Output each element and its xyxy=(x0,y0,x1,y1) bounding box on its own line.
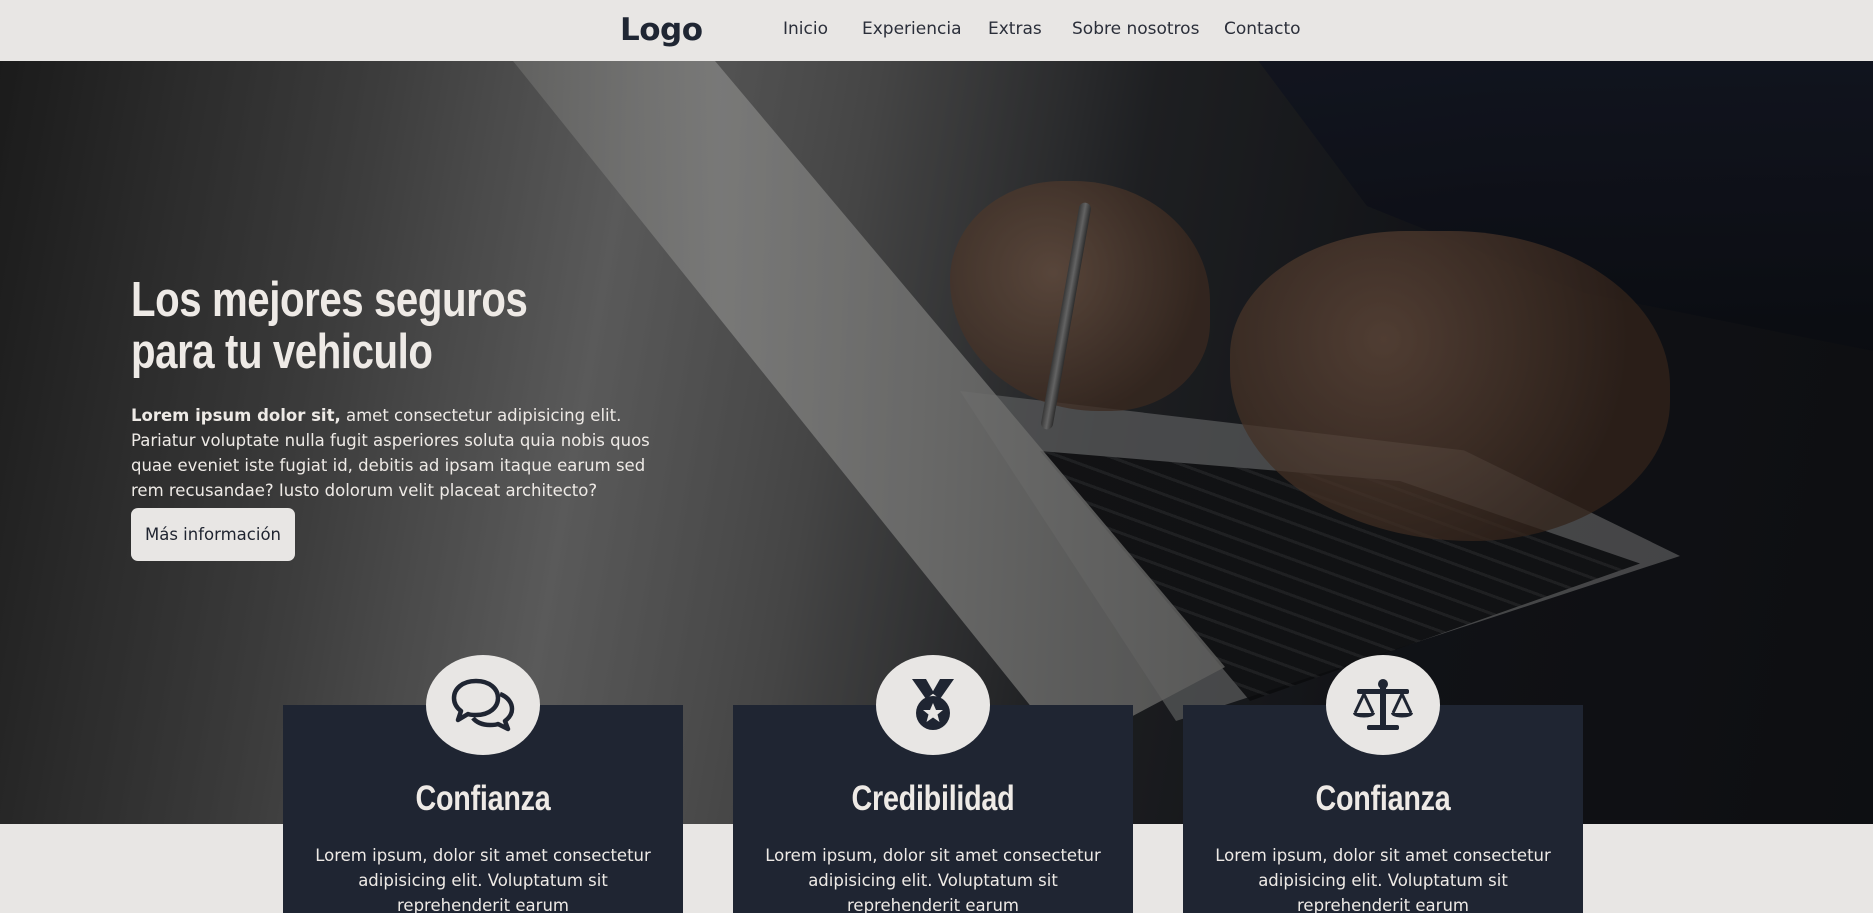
site-logo[interactable]: Logo xyxy=(620,12,703,48)
hero-description-bold: Lorem ipsum dolor sit, xyxy=(131,406,341,425)
balance-scale-icon xyxy=(1353,679,1413,730)
feature-icon-circle xyxy=(876,655,990,755)
hero-title-line-1: Los mejores seguros xyxy=(131,273,528,327)
nav-link-contacto[interactable]: Contacto xyxy=(1224,19,1301,39)
more-info-button[interactable]: Más información xyxy=(131,508,295,561)
chat-bubbles-icon xyxy=(451,678,515,732)
hero-title: Los mejores seguros para tu vehiculo xyxy=(131,274,557,378)
feature-title: Confianza xyxy=(415,779,551,818)
feature-icon-circle xyxy=(1326,655,1440,755)
feature-card-confianza: Confianza Lorem ipsum, dolor sit amet co… xyxy=(283,655,683,913)
medal-icon xyxy=(912,679,954,730)
nav-link-extras[interactable]: Extras xyxy=(988,19,1042,39)
feature-icon-circle xyxy=(426,655,540,755)
feature-text: Lorem ipsum, dolor sit amet consectetur … xyxy=(1215,846,1551,913)
feature-card-credibilidad: Credibilidad Lorem ipsum, dolor sit amet… xyxy=(733,655,1133,913)
feature-title: Credibilidad xyxy=(851,779,1015,818)
hero-description: Lorem ipsum dolor sit, amet consectetur … xyxy=(131,403,661,503)
feature-text: Lorem ipsum, dolor sit amet consectetur … xyxy=(315,846,651,913)
nav-link-inicio[interactable]: Inicio xyxy=(783,19,828,39)
nav-link-sobre-nosotros[interactable]: Sobre nosotros xyxy=(1072,19,1199,39)
hero-title-line-2: para tu vehiculo xyxy=(131,325,433,379)
top-navbar: Logo Inicio Experiencia Extras Sobre nos… xyxy=(0,0,1873,61)
feature-card-confianza-2: Confianza Lorem ipsum, dolor sit amet co… xyxy=(1183,655,1583,913)
nav-link-experiencia[interactable]: Experiencia xyxy=(862,19,962,39)
feature-text: Lorem ipsum, dolor sit amet consectetur … xyxy=(765,846,1101,913)
feature-title: Confianza xyxy=(1315,779,1451,818)
